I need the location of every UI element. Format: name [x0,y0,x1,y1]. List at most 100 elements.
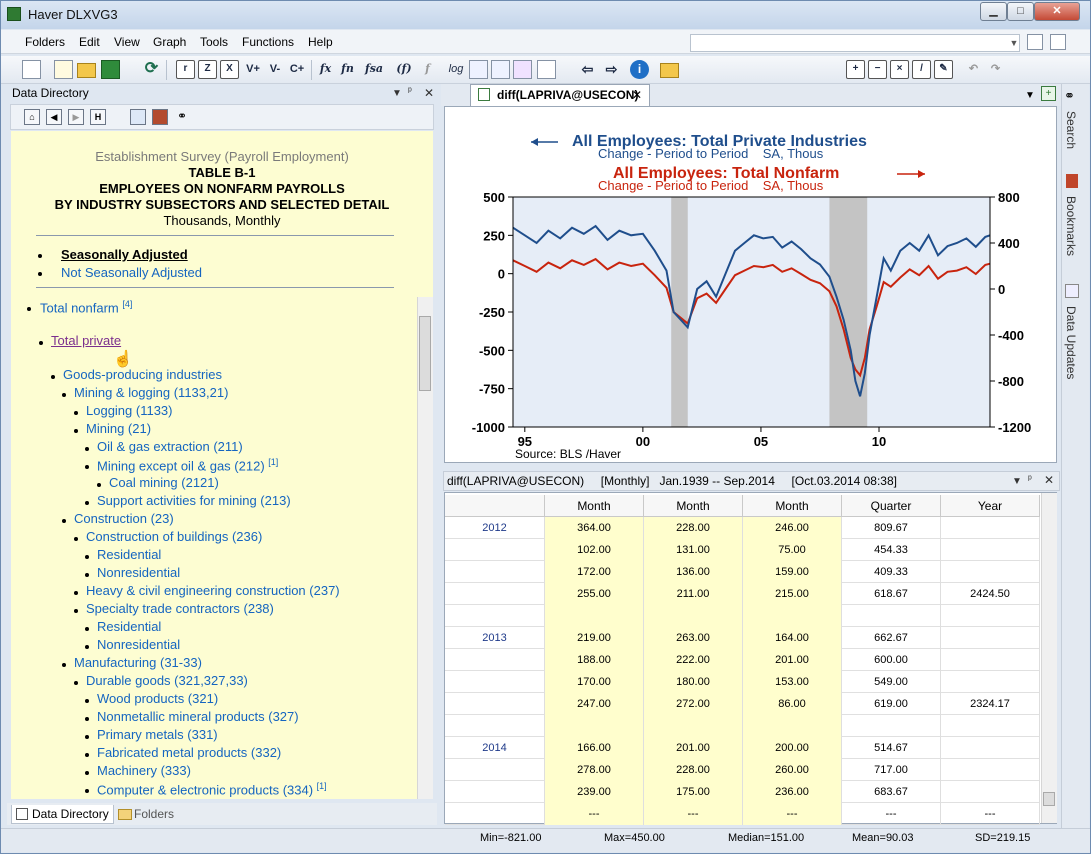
z-button[interactable]: Z [198,60,217,79]
copy-icon[interactable] [130,109,146,125]
table-row[interactable]: 239.00 175.00 236.00 683.67 [445,781,1040,803]
maximize-button[interactable]: □ [1007,2,1034,21]
tree-logging[interactable]: Logging (1133) [86,403,173,418]
delete-icon[interactable]: × [890,60,909,79]
plus-icon[interactable]: + [846,60,865,79]
bar-chart-icon[interactable] [469,60,488,79]
info-icon[interactable]: i [630,60,649,79]
redo-icon[interactable]: ↷ [986,60,1005,79]
dropdown-icon[interactable]: ▼ [392,88,402,99]
table-row[interactable]: 188.00 222.00 201.00 600.00 [445,649,1040,671]
table-row[interactable]: 102.00 131.00 75.00 454.33 [445,539,1040,561]
minus-icon[interactable]: − [868,60,887,79]
scrollbar-thumb[interactable] [1043,792,1055,806]
tree-manufacturing[interactable]: Manufacturing (31-33) [74,655,202,670]
pen-icon[interactable]: ✎ [934,60,953,79]
tab-folders[interactable]: Folders [114,805,178,824]
scrollbar-thumb[interactable] [419,316,431,391]
tree-nonresidential[interactable]: Nonresidential [97,565,180,580]
tree-primary-metals[interactable]: Primary metals (331) [97,727,218,742]
table-row[interactable]: 2014 166.00 201.00 200.00 514.67 [445,737,1040,759]
tree-total-nonfarm[interactable]: Total nonfarm [4] [40,299,132,315]
table-row[interactable]: --- --- --- --- --- [445,803,1040,825]
table-row[interactable]: 170.00 180.00 153.00 549.00 [445,671,1040,693]
v-plus-button[interactable]: V+ [242,60,264,79]
table-row[interactable] [445,715,1040,737]
menu-functions[interactable]: Functions [242,35,294,49]
chart-icon[interactable] [54,60,73,79]
series-combo[interactable] [690,34,1020,52]
check-icon[interactable] [1027,34,1043,50]
column-header-month3[interactable]: Month [743,495,842,517]
excel-icon[interactable] [101,60,120,79]
close-panel-icon[interactable]: ✕ [1044,473,1054,487]
menu-tools[interactable]: Tools [200,35,228,49]
undo-icon[interactable]: ↶ [964,60,983,79]
fsa-button[interactable]: fsa [362,60,386,79]
area-chart-icon[interactable] [513,60,532,79]
tree-construction-buildings[interactable]: Construction of buildings (236) [86,529,262,544]
menu-help[interactable]: Help [308,35,333,49]
tree-goods-producing[interactable]: Goods-producing industries [63,367,222,382]
bookmark-add-icon[interactable] [152,109,168,125]
pin-icon[interactable]: ᵖ [1028,474,1032,485]
minimize-button[interactable]: ▁ [980,2,1007,21]
check-chart-icon[interactable] [537,60,556,79]
tree-mining-except[interactable]: Mining except oil & gas (212) [1] [97,457,278,473]
tree-heavy-civil[interactable]: Heavy & civil engineering construction (… [86,583,340,598]
menu-view[interactable]: View [114,35,140,49]
back-icon[interactable]: ◀ [46,109,62,125]
chevron-down-icon[interactable]: ▼ [1008,35,1020,51]
close-tab-icon[interactable]: ✕ [632,88,642,102]
add-folder-icon[interactable] [660,63,679,78]
tree-nonresidential-2[interactable]: Nonresidential [97,637,180,652]
side-tab-data-updates[interactable]: Data Updates [1064,306,1078,379]
tree-wood-products[interactable]: Wood products (321) [97,691,218,706]
v-minus-button[interactable]: V- [264,60,286,79]
tree-construction[interactable]: Construction (23) [74,511,174,526]
tree-oil-gas[interactable]: Oil & gas extraction (211) [97,439,243,454]
new-graph-icon[interactable]: + [1041,86,1056,101]
tree-durable-goods[interactable]: Durable goods (321,327,33) [86,673,248,688]
column-header-month1[interactable]: Month [545,495,644,517]
back-icon[interactable]: ⇦ [578,60,597,79]
history-icon[interactable]: H [90,109,106,125]
log-button[interactable]: log [445,60,467,79]
menu-edit[interactable]: Edit [79,35,100,49]
table-row[interactable]: 2012 364.00 228.00 246.00 809.67 [445,517,1040,539]
edit-icon[interactable]: / [912,60,931,79]
x-button[interactable]: X [220,60,239,79]
c-plus-button[interactable]: C+ [286,60,308,79]
tree-residential[interactable]: Residential [97,547,161,562]
tree-coal-mining[interactable]: Coal mining (2121) [109,475,219,490]
fx-button[interactable]: fx [316,60,335,79]
tree-computer-electronic[interactable]: Computer & electronic products (334) [1] [97,781,327,797]
forward-icon[interactable]: ⇨ [602,60,621,79]
table-row[interactable]: 278.00 228.00 260.00 717.00 [445,759,1040,781]
home-icon[interactable]: ⌂ [24,109,40,125]
table-row[interactable] [445,605,1040,627]
tree-specialty-trade[interactable]: Specialty trade contractors (238) [86,601,274,616]
dropdown-icon[interactable]: ▼ [1012,476,1022,487]
side-tab-search[interactable]: Search [1064,111,1078,149]
new-icon[interactable] [22,60,41,79]
menu-folders[interactable]: Folders [25,35,65,49]
f-button[interactable]: f [418,60,437,79]
tab-list-dropdown-icon[interactable]: ▼ [1025,90,1035,101]
title-bar[interactable] [1,1,1090,29]
column-header-month2[interactable]: Month [644,495,743,517]
close-panel-icon[interactable]: ✕ [424,86,434,100]
column-chart-icon[interactable] [491,60,510,79]
binoculars-icon[interactable]: ⚭ [174,109,190,125]
column-header-year[interactable]: Year [941,495,1040,517]
not-seasonally-adjusted-link[interactable]: Not Seasonally Adjusted [61,265,202,280]
forward-icon[interactable]: ▶ [68,109,84,125]
tree-nonmetallic[interactable]: Nonmetallic mineral products (327) [97,709,299,724]
tree-total-private[interactable]: Total private [51,333,121,348]
tree-residential-2[interactable]: Residential [97,619,161,634]
table-row[interactable]: 247.00 272.00 86.00 619.00 2324.17 [445,693,1040,715]
tab-data-directory[interactable]: Data Directory [11,805,114,824]
graph-view[interactable]: 500 250 0 -250 -500 -750 -1000 800 400 0 -400 -800 -… [444,106,1057,463]
r-button[interactable]: r [176,60,195,79]
refresh-icon[interactable]: ⟳ [142,60,161,79]
